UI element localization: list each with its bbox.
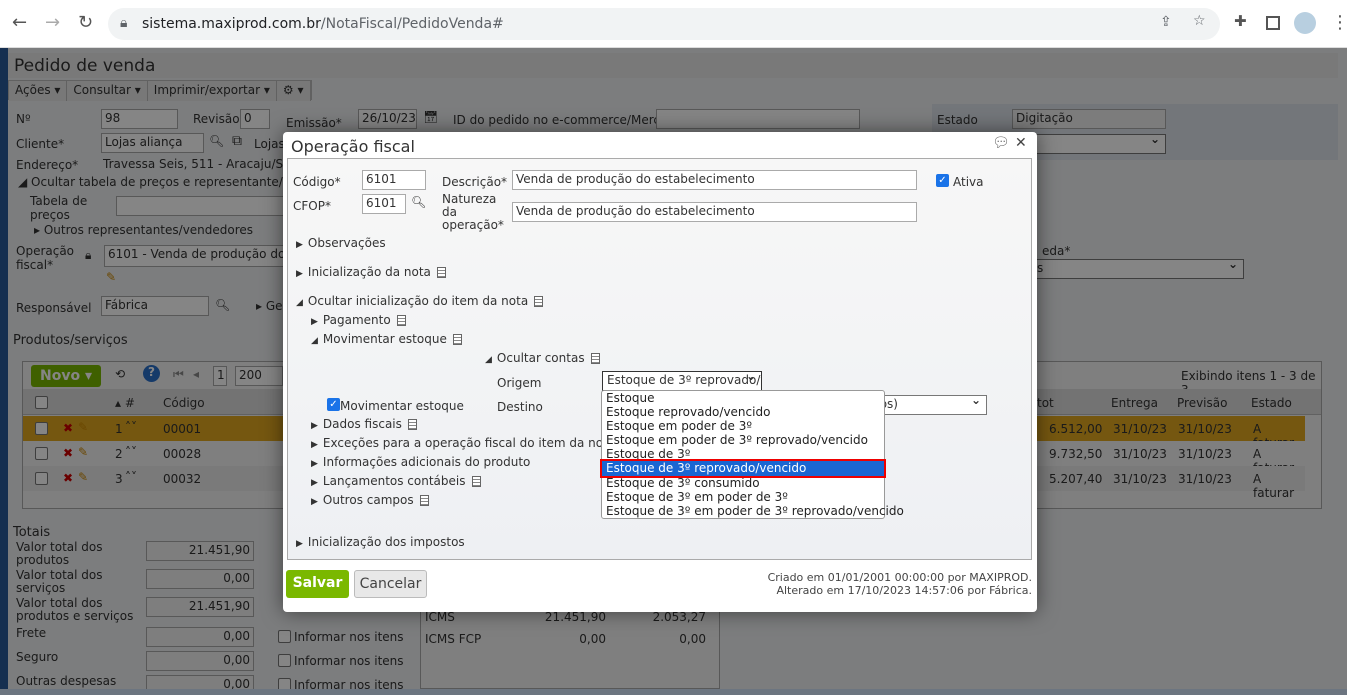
- dropdown-option[interactable]: Estoque de 3º em poder de 3º: [602, 490, 884, 504]
- lock-icon: 🔒︎: [120, 15, 128, 31]
- destino-label: Destino: [497, 400, 543, 414]
- pagamento-toggle[interactable]: ▶ Pagamento: [311, 313, 406, 327]
- sidepanel-icon[interactable]: [1266, 16, 1280, 30]
- back-icon[interactable]: ←: [12, 12, 27, 33]
- origem-select[interactable]: Estoque de 3º reprovado/vencido: [602, 371, 762, 391]
- comment-icon[interactable]: 💬︎: [992, 135, 1010, 151]
- cancelar-button[interactable]: Cancelar: [354, 570, 427, 598]
- operacao-fiscal-dialog: Operação fiscal 💬︎ ✕ Código* 6101 Descri…: [283, 132, 1037, 612]
- cfop-input[interactable]: 6101: [362, 194, 406, 214]
- mov-estoque-toggle[interactable]: ◢ Movimentar estoque: [311, 332, 462, 346]
- cfop-label: CFOP*: [293, 199, 331, 213]
- info-adic-toggle[interactable]: ▶ Informações adicionais do produto: [311, 455, 530, 469]
- doc-icon: [471, 476, 481, 487]
- ativa-checkbox[interactable]: ✓: [936, 174, 949, 187]
- share-icon[interactable]: ⇪: [1160, 14, 1172, 30]
- mov-estoque-checkbox[interactable]: ✓: [327, 398, 340, 411]
- doc-icon: [407, 419, 417, 430]
- dropdown-option[interactable]: Estoque de 3º em poder de 3º reprovado/v…: [602, 504, 904, 518]
- dropdown-option[interactable]: Estoque de 3º consumido: [602, 476, 884, 490]
- forward-icon[interactable]: →: [45, 12, 60, 33]
- dropdown-option[interactable]: Estoque de 3º: [602, 447, 884, 461]
- codigo-input[interactable]: 6101: [362, 170, 426, 190]
- criado-info: Criado em 01/01/2001 00:00:00 por MAXIPR…: [767, 571, 1032, 584]
- dropdown-option[interactable]: Estoque de 3º reprovado/vencido: [600, 459, 886, 478]
- dropdown-option[interactable]: Estoque: [602, 391, 884, 405]
- inic-nota-toggle[interactable]: ▶ Inicialização da nota: [296, 265, 446, 279]
- dropdown-option[interactable]: Estoque em poder de 3º reprovado/vencido: [602, 433, 884, 447]
- salvar-button[interactable]: Salvar: [286, 570, 349, 598]
- origem-dropdown-list[interactable]: Estoque Estoque reprovado/vencido Estoque …: [600, 390, 904, 519]
- doc-icon: [452, 334, 462, 345]
- search-icon[interactable]: 🔍︎: [411, 195, 426, 209]
- dropdown-option[interactable]: Estoque reprovado/vencido: [602, 405, 884, 419]
- doc-icon: [590, 353, 600, 364]
- address-bar[interactable]: 🔒︎ sistema.maxiprod.com.br/NotaFiscal/Pe…: [108, 8, 1220, 40]
- url-path: /NotaFiscal/PedidoVenda#: [320, 16, 504, 32]
- ocultar-inic-item-toggle[interactable]: ◢ Ocultar inicialização do item da nota: [296, 294, 544, 308]
- ocultar-contas-toggle[interactable]: ◢ Ocultar contas: [485, 351, 600, 365]
- dados-fiscais-toggle[interactable]: ▶ Dados fiscais: [311, 417, 417, 431]
- mov-estoque-cb-label: Movimentar estoque: [340, 399, 464, 413]
- doc-icon: [396, 315, 406, 326]
- doc-icon: [534, 296, 544, 307]
- reload-icon[interactable]: ↻: [78, 12, 93, 33]
- doc-icon: [419, 495, 429, 506]
- url-host: sistema.maxiprod.com.br: [142, 16, 321, 32]
- dialog-title: Operação fiscal: [291, 137, 415, 156]
- ativa-label: Ativa: [953, 175, 984, 189]
- outros-campos-toggle[interactable]: ▶ Outros campos: [311, 493, 429, 507]
- doc-icon: [436, 267, 446, 278]
- avatar[interactable]: [1294, 12, 1316, 34]
- extensions-icon[interactable]: ✚: [1234, 12, 1247, 30]
- lanc-contabeis-toggle[interactable]: ▶ Lançamentos contábeis: [311, 474, 481, 488]
- browser-toolbar: ← → ↻ 🔒︎ sistema.maxiprod.com.br/NotaFis…: [0, 0, 1347, 48]
- close-icon[interactable]: ✕: [1015, 135, 1027, 151]
- origem-label: Origem: [497, 376, 542, 390]
- descricao-label: Descrição*: [442, 175, 508, 189]
- natureza-label: Natureza da operação*: [442, 192, 504, 232]
- dropdown-option[interactable]: Estoque em poder de 3º: [602, 419, 884, 433]
- observacoes-toggle[interactable]: ▶ Observações: [296, 236, 386, 250]
- alterado-info: Alterado em 17/10/2023 14:57:06 por Fábr…: [776, 584, 1032, 597]
- inic-impostos-toggle[interactable]: ▶ Inicialização dos impostos: [296, 535, 465, 549]
- natureza-input[interactable]: Venda de produção do estabelecimento: [512, 202, 917, 222]
- menu-icon[interactable]: ⋮: [1331, 12, 1347, 33]
- codigo-label: Código*: [293, 175, 341, 189]
- star-icon[interactable]: ☆: [1193, 13, 1206, 29]
- excecoes-toggle[interactable]: ▶ Exceções para a operação fiscal do item…: [311, 436, 634, 452]
- descricao-input[interactable]: Venda de produção do estabelecimento: [512, 170, 917, 190]
